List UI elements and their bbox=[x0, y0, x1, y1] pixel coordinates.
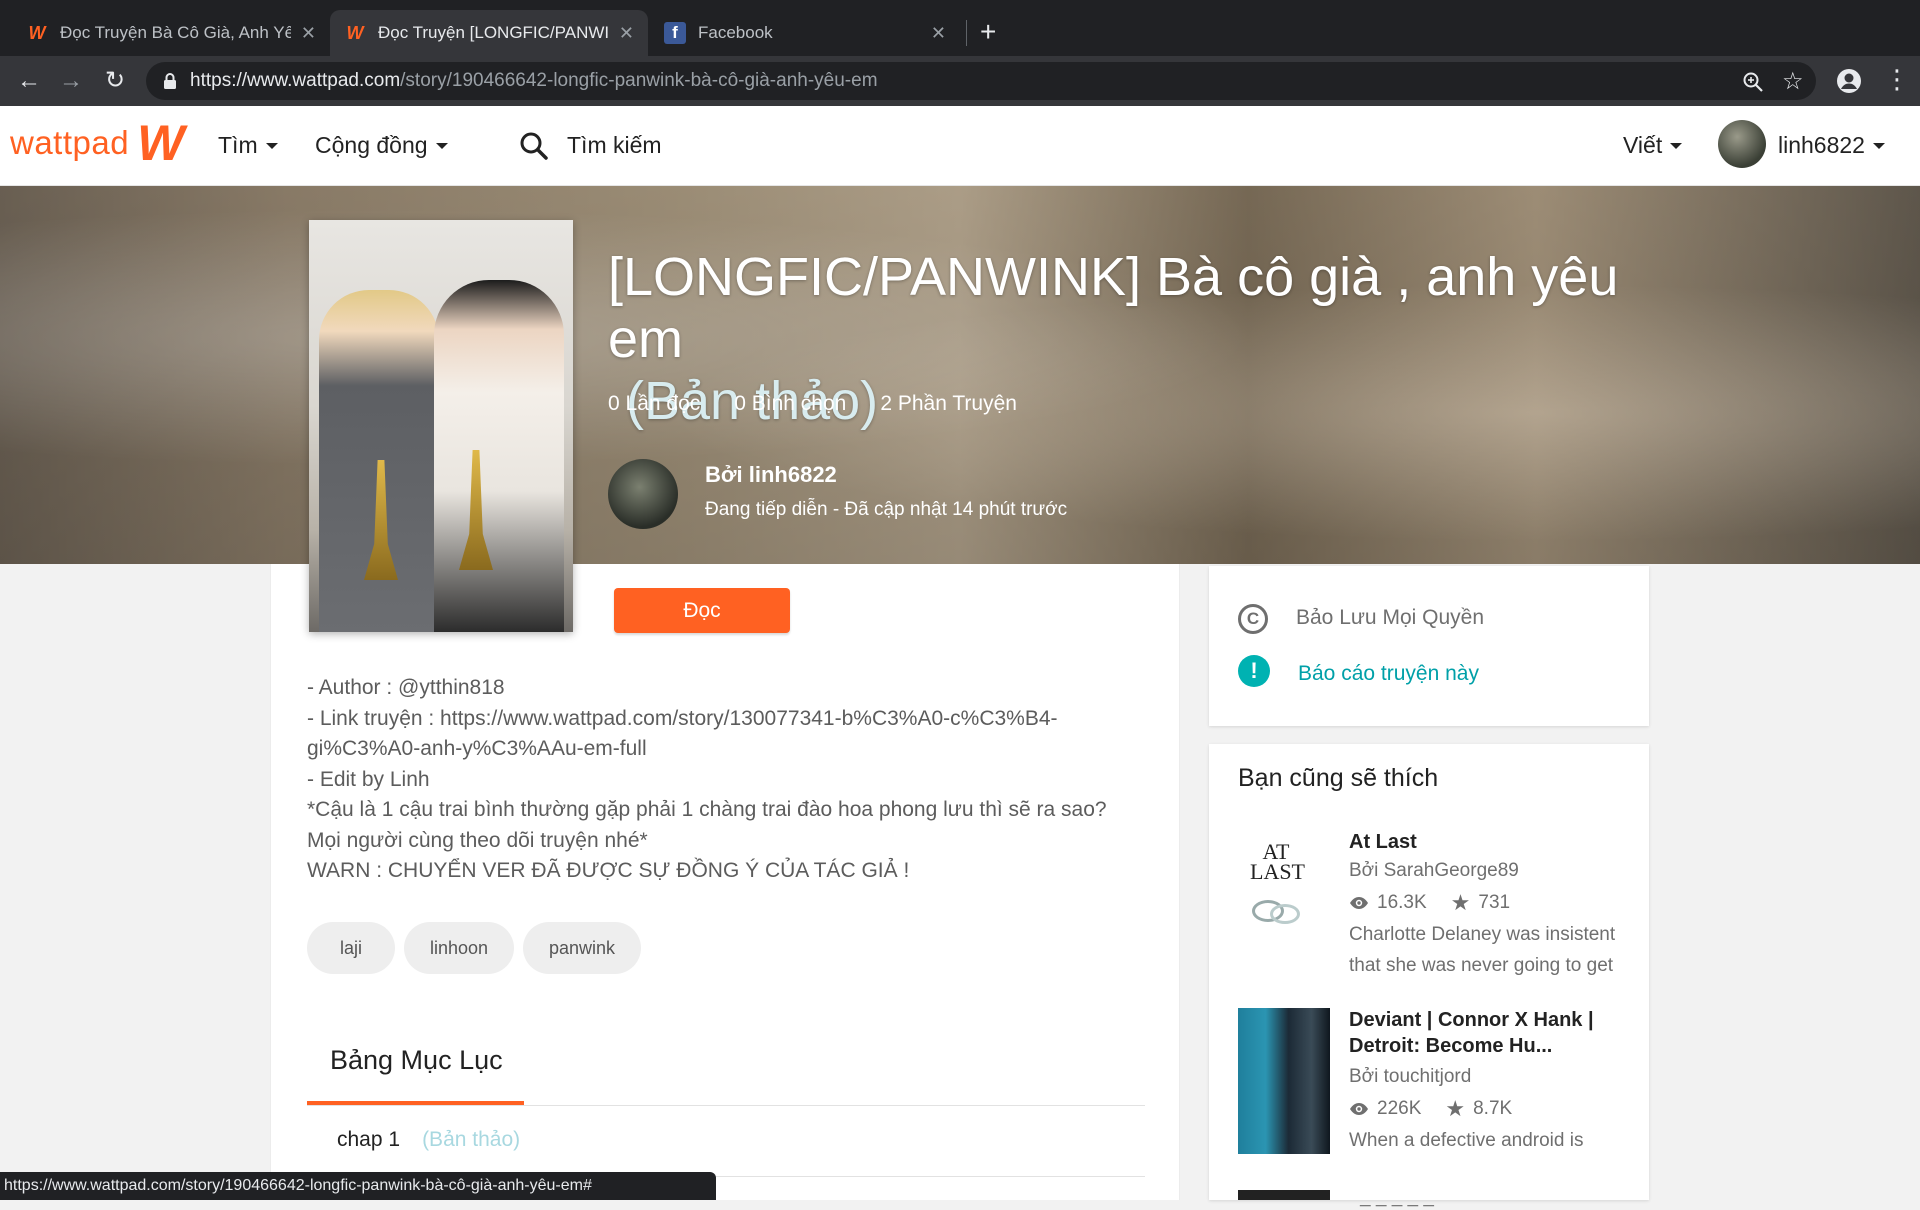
community-menu[interactable]: Cộng đồng bbox=[315, 132, 448, 159]
ring-icon bbox=[1270, 904, 1300, 924]
write-menu[interactable]: Viết bbox=[1623, 132, 1683, 159]
rec-author[interactable]: Bởi SarahGeorge89 bbox=[1349, 860, 1519, 882]
tag-laji[interactable]: laji bbox=[307, 922, 395, 974]
rights-card bbox=[1209, 566, 1649, 726]
browser-tab-strip: W Đọc Truyện Bà Cô Già, Anh Yêu ✕ W Đọc … bbox=[0, 0, 1920, 56]
link-status-bubble: https://www.wattpad.com/story/190466642-… bbox=[0, 1172, 716, 1200]
parts-count: 2 Phần Truyện bbox=[880, 392, 1017, 415]
star-icon: ★ bbox=[1450, 890, 1471, 915]
tab-separator bbox=[966, 20, 967, 46]
discover-menu[interactable]: Tìm bbox=[218, 132, 278, 159]
close-tab-icon[interactable]: ✕ bbox=[301, 23, 316, 44]
rec-author[interactable]: Bởi touchitjord bbox=[1349, 1066, 1471, 1088]
story-status: Đang tiếp diễn - Đã cập nhật 14 phút trư… bbox=[705, 499, 1068, 520]
site-header: wattpad W Tìm Cộng đồng Tìm kiếm Viết li… bbox=[0, 106, 1920, 186]
rec-description: When a defective android is bbox=[1349, 1130, 1584, 1151]
chevron-down-icon bbox=[435, 142, 448, 149]
story-stats: 0 Lần đọc 0 Bình chọn 2 Phần Truyện bbox=[608, 392, 1017, 416]
rec-title-next[interactable]: _ _ _ _ _ bbox=[1360, 1188, 1434, 1210]
rec-stats: 16.3K ★ 731 bbox=[1349, 890, 1510, 916]
browser-tab-2-active[interactable]: W Đọc Truyện [LONGFIC/PANWIN ✕ bbox=[330, 10, 648, 56]
tag-panwink[interactable]: panwink bbox=[523, 922, 641, 974]
tag-linhoon[interactable]: linhoon bbox=[404, 922, 514, 974]
wattpad-w-logo-icon: W bbox=[137, 115, 185, 171]
chevron-down-icon bbox=[1670, 142, 1683, 149]
browser-tab-3[interactable]: f Facebook ✕ bbox=[650, 10, 960, 56]
zoom-icon[interactable] bbox=[1742, 71, 1764, 93]
lock-icon bbox=[164, 73, 176, 89]
chevron-down-icon bbox=[265, 142, 278, 149]
story-description: - Author : @ytthin818 - Link truyện : ht… bbox=[307, 676, 1107, 882]
rec-description: Charlotte Delaney was insistent that she… bbox=[1349, 924, 1616, 976]
votes-count: 0 Bình chọn bbox=[734, 392, 847, 415]
rights-text: Bảo Lưu Mọi Quyền bbox=[1296, 606, 1484, 629]
new-tab-plus-icon[interactable]: + bbox=[980, 16, 996, 48]
tab-title: Đọc Truyện Bà Cô Già, Anh Yêu bbox=[60, 23, 291, 42]
story-cover-image bbox=[309, 220, 573, 632]
toc-item[interactable]: chap 1 (Bản thảo) bbox=[337, 1128, 520, 1152]
recommendations-title: Bạn cũng sẽ thích bbox=[1238, 764, 1439, 792]
reload-icon[interactable]: ↻ bbox=[100, 66, 130, 96]
rec-cover-deviant[interactable] bbox=[1238, 1008, 1330, 1154]
back-arrow-icon[interactable]: ← bbox=[14, 66, 44, 96]
eye-icon bbox=[1350, 897, 1368, 909]
rec-title-deviant[interactable]: Deviant | Connor X Hank | Detroit: Become… bbox=[1349, 1007, 1594, 1059]
logo-text: wattpad bbox=[10, 124, 130, 161]
wattpad-favicon-icon: W bbox=[28, 22, 46, 43]
forward-arrow-icon[interactable]: → bbox=[56, 66, 86, 96]
reads-count: 0 Lần đọc bbox=[608, 392, 701, 415]
profile-icon[interactable] bbox=[1836, 68, 1862, 94]
report-story-link[interactable]: Báo cáo truyện này bbox=[1298, 662, 1479, 686]
report-alert-icon: ! bbox=[1238, 655, 1270, 687]
toc-active-underline bbox=[307, 1101, 524, 1105]
author-avatar[interactable] bbox=[608, 459, 678, 529]
close-tab-icon[interactable]: ✕ bbox=[619, 23, 634, 44]
copyright-icon: C bbox=[1238, 604, 1268, 634]
rec-cover-at-last[interactable]: AT LAST bbox=[1238, 830, 1314, 942]
divider bbox=[307, 1105, 1145, 1106]
read-button[interactable]: Đọc bbox=[614, 588, 790, 633]
url-text: https://www.wattpad.com/story/190466642-… bbox=[190, 70, 878, 91]
tab-title: Facebook bbox=[698, 23, 773, 42]
chevron-down-icon bbox=[1872, 142, 1885, 149]
search-icon[interactable] bbox=[518, 130, 550, 162]
menu-kebab-icon[interactable]: ⋮ bbox=[1884, 64, 1910, 95]
user-menu[interactable]: linh6822 bbox=[1778, 132, 1885, 159]
tab-title: Đọc Truyện [LONGFIC/PANWIN bbox=[378, 23, 609, 42]
eye-icon bbox=[1350, 1103, 1368, 1115]
address-bar[interactable]: https://www.wattpad.com/story/190466642-… bbox=[146, 62, 1816, 100]
story-hero-banner: [LONGFIC/PANWINK] Bà cô già , anh yêu em… bbox=[0, 186, 1920, 564]
toc-title: Bảng Mục Lục bbox=[330, 1045, 503, 1075]
user-avatar[interactable] bbox=[1718, 120, 1766, 168]
rec-title-at-last[interactable]: At Last bbox=[1349, 829, 1417, 855]
rec-cover-next[interactable] bbox=[1238, 1190, 1330, 1200]
author-name[interactable]: Bởi linh6822 bbox=[705, 462, 837, 488]
browser-tab-1[interactable]: W Đọc Truyện Bà Cô Già, Anh Yêu ✕ bbox=[12, 10, 330, 56]
bookmark-star-icon[interactable]: ☆ bbox=[1782, 67, 1804, 96]
rec-stats: 226K ★ 8.7K bbox=[1349, 1096, 1512, 1122]
facebook-favicon-icon: f bbox=[664, 22, 686, 44]
close-tab-icon[interactable]: ✕ bbox=[931, 23, 946, 44]
wattpad-favicon-icon: W bbox=[346, 22, 364, 43]
browser-toolbar: ← → ↻ https://www.wattpad.com/story/1904… bbox=[0, 56, 1920, 106]
wattpad-logo[interactable]: wattpad W bbox=[10, 115, 185, 171]
star-icon: ★ bbox=[1445, 1096, 1466, 1121]
search-link[interactable]: Tìm kiếm bbox=[567, 132, 662, 159]
